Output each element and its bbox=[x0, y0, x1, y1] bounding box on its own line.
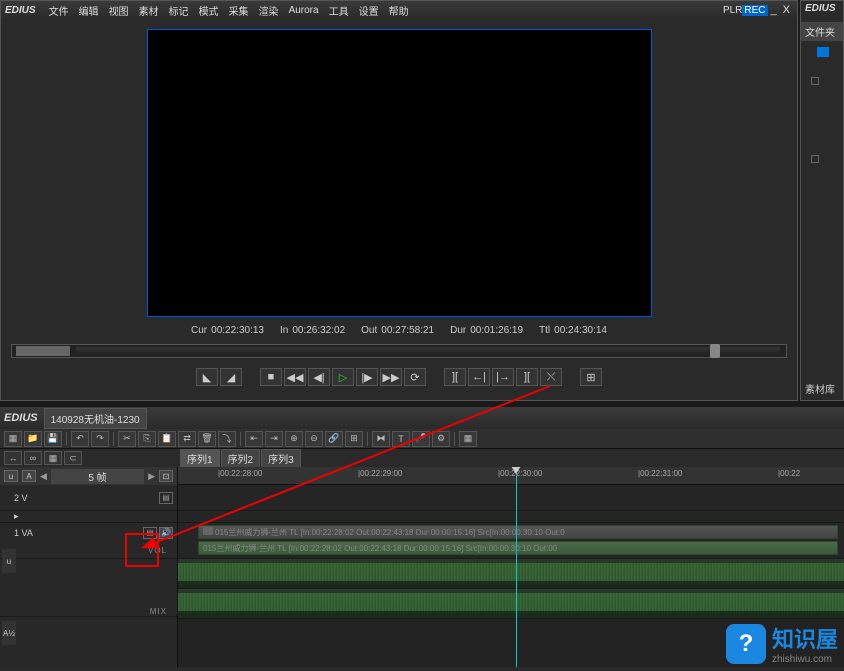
bin-folder-tab[interactable]: 文件夹 bbox=[801, 22, 843, 41]
bin-item[interactable] bbox=[817, 47, 829, 57]
timecode-row: Cur00:22:30:13 In00:26:32:02 Out00:27:58… bbox=[1, 325, 797, 336]
tc-in: 00:26:32:02 bbox=[292, 325, 345, 336]
menu-aurora[interactable]: Aurora bbox=[289, 5, 319, 16]
monitor-window: EDIUS 文件 编辑 视图 素材 标记 模式 采集 渲染 Aurora 工具 … bbox=[0, 0, 798, 401]
shuttle-control[interactable] bbox=[16, 346, 70, 356]
tc-out: 00:27:58:21 bbox=[381, 325, 434, 336]
menu-settings[interactable]: 设置 bbox=[359, 3, 379, 18]
tc-dur: 00:01:26:19 bbox=[470, 325, 523, 336]
position-slider[interactable] bbox=[76, 347, 780, 355]
menu-clip[interactable]: 素材 bbox=[139, 3, 159, 18]
tool-new[interactable]: ▦ bbox=[4, 431, 22, 447]
close-button[interactable]: X bbox=[783, 4, 790, 16]
track-patch-column: u A½ bbox=[2, 489, 16, 646]
track-lane-audio-wave-r[interactable] bbox=[178, 589, 844, 619]
annotation-arrow bbox=[140, 382, 560, 552]
mode-snap[interactable]: ⊂ bbox=[64, 451, 82, 465]
waveform bbox=[178, 593, 844, 611]
waveform bbox=[178, 563, 844, 581]
tool-redo[interactable]: ↷ bbox=[91, 431, 109, 447]
mode-sync[interactable]: ▦ bbox=[44, 451, 62, 465]
scale-value[interactable]: 5 帧 bbox=[51, 469, 144, 484]
mix-label: MIX bbox=[4, 607, 173, 616]
watermark-brand: 知识屋 bbox=[772, 622, 838, 654]
menu-view[interactable]: 视图 bbox=[109, 3, 129, 18]
patch-a12[interactable]: A½ bbox=[2, 621, 16, 645]
tool-cut[interactable]: ✂ bbox=[118, 431, 136, 447]
timeline-logo: EDIUS bbox=[4, 412, 38, 424]
menu-capture[interactable]: 采集 bbox=[229, 3, 249, 18]
menu-mode[interactable]: 模式 bbox=[199, 3, 219, 18]
minimize-button[interactable]: _ bbox=[771, 4, 777, 16]
annotation-highlight-box bbox=[125, 533, 159, 567]
scale-mode-u[interactable]: u bbox=[4, 470, 18, 482]
track-header-audio[interactable]: MIX bbox=[0, 559, 177, 617]
mode-normal[interactable]: ↔ bbox=[4, 451, 22, 465]
scale-left[interactable]: ◀ bbox=[40, 471, 47, 482]
menu-tools[interactable]: 工具 bbox=[329, 3, 349, 18]
preview-viewport[interactable] bbox=[147, 29, 652, 317]
app-logo: EDIUS bbox=[5, 5, 36, 16]
track-lane-audio-wave-l[interactable] bbox=[178, 559, 844, 589]
scale-mode-a[interactable]: A bbox=[22, 470, 36, 482]
bin-tree-node[interactable] bbox=[811, 155, 819, 163]
bin-footer-label: 素材库 bbox=[805, 381, 835, 396]
plr-rec-indicator: PLRREC bbox=[723, 5, 768, 16]
scrub-bar[interactable] bbox=[11, 344, 787, 358]
bin-panel-title: EDIUS bbox=[801, 1, 843, 16]
tool-save[interactable]: 💾 bbox=[44, 431, 62, 447]
tc-cur: 00:22:30:13 bbox=[211, 325, 264, 336]
project-tab[interactable]: 140928无机油-1230 bbox=[44, 408, 147, 429]
menu-render[interactable]: 渲染 bbox=[259, 3, 279, 18]
tool-undo[interactable]: ↶ bbox=[71, 431, 89, 447]
bin-tree-node[interactable] bbox=[811, 77, 819, 85]
watermark-url: zhishiwu.com bbox=[772, 654, 838, 665]
watermark: ? 知识屋 zhishiwu.com bbox=[726, 622, 838, 665]
tool-open[interactable]: 📁 bbox=[24, 431, 42, 447]
position-cursor[interactable] bbox=[710, 344, 720, 358]
tc-ttl: 00:24:30:14 bbox=[554, 325, 607, 336]
menu-file[interactable]: 文件 bbox=[49, 3, 69, 18]
menu-help[interactable]: 帮助 bbox=[389, 3, 409, 18]
bin-panel: EDIUS 文件夹 素材库 bbox=[800, 0, 844, 401]
patch-u[interactable]: u bbox=[2, 549, 16, 573]
extra-button[interactable]: ⊞ bbox=[580, 368, 602, 386]
menu-bar: EDIUS 文件 编辑 视图 素材 标记 模式 采集 渲染 Aurora 工具 … bbox=[1, 1, 797, 19]
menu-edit[interactable]: 编辑 bbox=[79, 3, 99, 18]
mode-ripple[interactable]: ∞ bbox=[24, 451, 42, 465]
menu-marker[interactable]: 标记 bbox=[169, 3, 189, 18]
watermark-icon: ? bbox=[726, 624, 766, 664]
